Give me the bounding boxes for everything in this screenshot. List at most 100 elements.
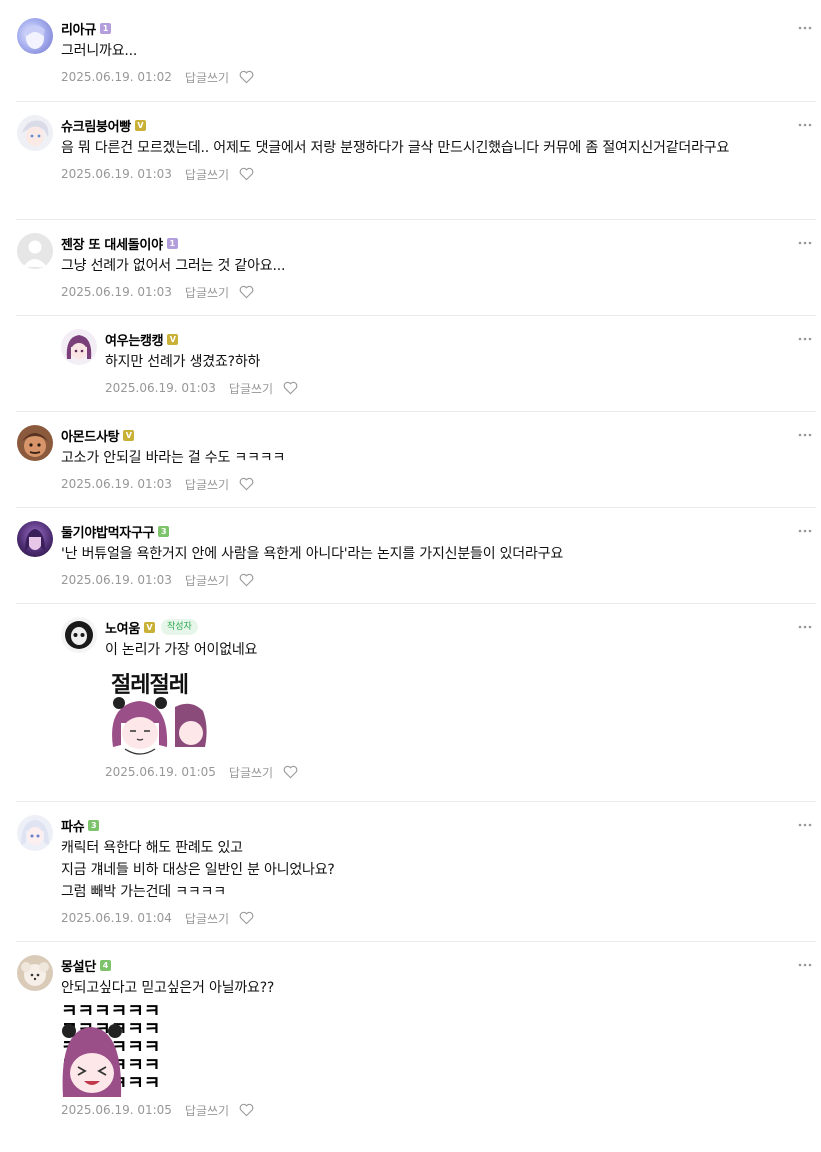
level-badge: 3 (88, 819, 100, 831)
avatar[interactable] (17, 425, 53, 461)
comment-text: 안되고싶다고 믿고싶은거 아닐까요?? (61, 980, 275, 996)
nickname[interactable]: 몽설단 (61, 956, 96, 975)
comment-item: 둘기야밥먹자구구 3 '난 버튜얼을 욕한거지 안에 사람을 욕한게 아니다'라… (0, 521, 821, 591)
reply-button[interactable]: 답글쓰기 (185, 572, 229, 589)
comment-date: 2025.06.19. 01:03 (61, 285, 172, 299)
level-badge: 3 (158, 525, 170, 537)
comment-item: 리아규 1 그러니까요... 2025.06.19. 01:02 답글쓰기 (0, 18, 821, 90)
comment-date: 2025.06.19. 01:04 (61, 911, 172, 925)
level-badge: V (134, 119, 146, 131)
more-dots-icon[interactable] (797, 117, 813, 133)
comment-date: 2025.06.19. 01:02 (61, 70, 172, 84)
author-badge: 작성자 (160, 619, 198, 635)
heart-icon[interactable] (283, 765, 298, 779)
divider (16, 101, 816, 102)
comment-line: 그럼 빼박 가는건데 ㅋㅋㅋㅋ (61, 884, 226, 900)
nickname[interactable]: 슈크림붕어빵 (61, 116, 131, 135)
heart-icon[interactable] (239, 911, 254, 925)
avatar[interactable] (17, 521, 53, 557)
divider (16, 411, 816, 412)
nickname[interactable]: 리아규 (61, 19, 96, 38)
heart-icon[interactable] (239, 573, 254, 587)
more-dots-icon[interactable] (797, 235, 813, 251)
comment-text: 그냥 선례가 없어서 그러는 것 같아요... (61, 258, 286, 274)
comment-item: 몽설단 4 안되고싶다고 믿고싶은거 아닐까요?? ㅋㅋㅋㅋㅋㅋㅋ ㅋㅋㅋㅋㅋㅋ… (0, 955, 821, 1135)
more-dots-icon[interactable] (797, 957, 813, 973)
level-badge: V (167, 333, 179, 345)
reply-button[interactable]: 답글쓰기 (185, 1102, 229, 1119)
avatar[interactable] (17, 233, 53, 269)
avatar[interactable] (61, 329, 97, 365)
level-badge: 1 (166, 237, 178, 249)
more-dots-icon[interactable] (797, 331, 813, 347)
nickname[interactable]: 여우는캥캥 (105, 330, 164, 349)
comment-body: 슈크림붕어빵 V 음 뭐 다른건 모르겠는데.. 어제도 댓글에서 저랑 분쟁하… (61, 115, 821, 183)
heart-icon[interactable] (283, 381, 298, 395)
divider (16, 941, 816, 942)
comment-line: 캐릭터 욕한다 해도 판례도 있고 (61, 840, 243, 856)
reply-button[interactable]: 답글쓰기 (229, 380, 273, 397)
level-badge: V (143, 621, 155, 633)
reply-button[interactable]: 답글쓰기 (185, 69, 229, 86)
heart-icon[interactable] (239, 1103, 254, 1117)
nickname[interactable]: 젠장 또 대세돌이야 (61, 234, 163, 253)
heart-icon[interactable] (239, 167, 254, 181)
reply-button[interactable]: 답글쓰기 (185, 166, 229, 183)
comment-line: 지금 걔네들 비하 대상은 일반인 분 아니었나요? (61, 862, 335, 878)
comment-body: 파슈 3 캐릭터 욕한다 해도 판례도 있고 지금 걔네들 비하 대상은 일반인… (61, 815, 821, 927)
comment-date: 2025.06.19. 01:05 (105, 765, 216, 779)
more-dots-icon[interactable] (797, 20, 813, 36)
reply-comment-item: 여우는캥캥 V 하지만 선례가 생겼죠?하하 2025.06.19. 01:03… (0, 329, 821, 399)
comment-date: 2025.06.19. 01:05 (61, 1103, 172, 1117)
level-badge: 4 (99, 959, 111, 971)
avatar[interactable] (17, 18, 53, 54)
comment-body: 노여움 V 작성자 이 논리가 가장 어이없네요 절레절레 2025.06.19… (105, 617, 821, 781)
comment-item: 젠장 또 대세돌이야 1 그냥 선례가 없어서 그러는 것 같아요... 202… (0, 233, 821, 303)
comment-text: 그러니까요... (61, 43, 138, 59)
avatar[interactable] (17, 815, 53, 851)
divider (16, 219, 816, 220)
level-badge: V (123, 429, 135, 441)
nickname[interactable]: 아몬드사탕 (61, 426, 120, 445)
comment-date: 2025.06.19. 01:03 (61, 573, 172, 587)
reply-button[interactable]: 답글쓰기 (185, 910, 229, 927)
sticker-image: 절레절레 (105, 667, 215, 759)
comment-date: 2025.06.19. 01:03 (105, 381, 216, 395)
avatar[interactable] (17, 955, 53, 991)
comment-body: 젠장 또 대세돌이야 1 그냥 선례가 없어서 그러는 것 같아요... 202… (61, 233, 821, 301)
nickname[interactable]: 파슈 (61, 816, 85, 835)
sticker-image: ㅋㅋㅋㅋㅋㅋㅋ ㅋㅋㅋㅋㅋㅋㅋ ㅋㅋㅋㅋㅋㅋㅋ ㅋㅋㅋㅋㅋㅋㅋ ㅋㅋㅋㅋㅋㅋㅋ (61, 1005, 173, 1097)
heart-icon[interactable] (239, 477, 254, 491)
heart-icon[interactable] (239, 70, 254, 84)
comment-date: 2025.06.19. 01:03 (61, 167, 172, 181)
level-badge: 1 (99, 22, 111, 34)
more-dots-icon[interactable] (797, 619, 813, 635)
comment-text: 캐릭터 욕한다 해도 판례도 있고 지금 걔네들 비하 대상은 일반인 분 아니… (61, 837, 821, 903)
comment-item: 파슈 3 캐릭터 욕한다 해도 판례도 있고 지금 걔네들 비하 대상은 일반인… (0, 815, 821, 927)
comment-body: 둘기야밥먹자구구 3 '난 버튜얼을 욕한거지 안에 사람을 욕한게 아니다'라… (61, 521, 821, 589)
more-dots-icon[interactable] (797, 523, 813, 539)
avatar[interactable] (61, 617, 97, 653)
divider (16, 603, 816, 604)
heart-icon[interactable] (239, 285, 254, 299)
reply-button[interactable]: 답글쓰기 (185, 476, 229, 493)
comment-text: '난 버튜얼을 욕한거지 안에 사람을 욕한게 아니다'라는 논지를 가지신분들… (61, 546, 564, 562)
comment-body: 아몬드사탕 V 고소가 안되길 바라는 걸 수도 ㅋㅋㅋㅋ 2025.06.19… (61, 425, 821, 493)
comment-text: 고소가 안되길 바라는 걸 수도 ㅋㅋㅋㅋ (61, 450, 286, 466)
more-dots-icon[interactable] (797, 427, 813, 443)
more-dots-icon[interactable] (797, 817, 813, 833)
comment-text: 하지만 선례가 생겼죠?하하 (105, 354, 261, 370)
reply-button[interactable]: 답글쓰기 (229, 764, 273, 781)
reply-button[interactable]: 답글쓰기 (185, 284, 229, 301)
comment-body: 여우는캥캥 V 하지만 선례가 생겼죠?하하 2025.06.19. 01:03… (105, 329, 821, 397)
nickname[interactable]: 둘기야밥먹자구구 (61, 522, 155, 541)
comment-text: 이 논리가 가장 어이없네요 (105, 642, 258, 658)
divider (16, 801, 816, 802)
reply-comment-item: 노여움 V 작성자 이 논리가 가장 어이없네요 절레절레 2025.06.19… (0, 617, 821, 791)
divider (16, 315, 816, 316)
comment-body: 리아규 1 그러니까요... 2025.06.19. 01:02 답글쓰기 (61, 18, 821, 86)
comment-body: 몽설단 4 안되고싶다고 믿고싶은거 아닐까요?? ㅋㅋㅋㅋㅋㅋㅋ ㅋㅋㅋㅋㅋㅋ… (61, 955, 821, 1119)
nickname[interactable]: 노여움 (105, 618, 140, 637)
comment-date: 2025.06.19. 01:03 (61, 477, 172, 491)
avatar[interactable] (17, 115, 53, 151)
